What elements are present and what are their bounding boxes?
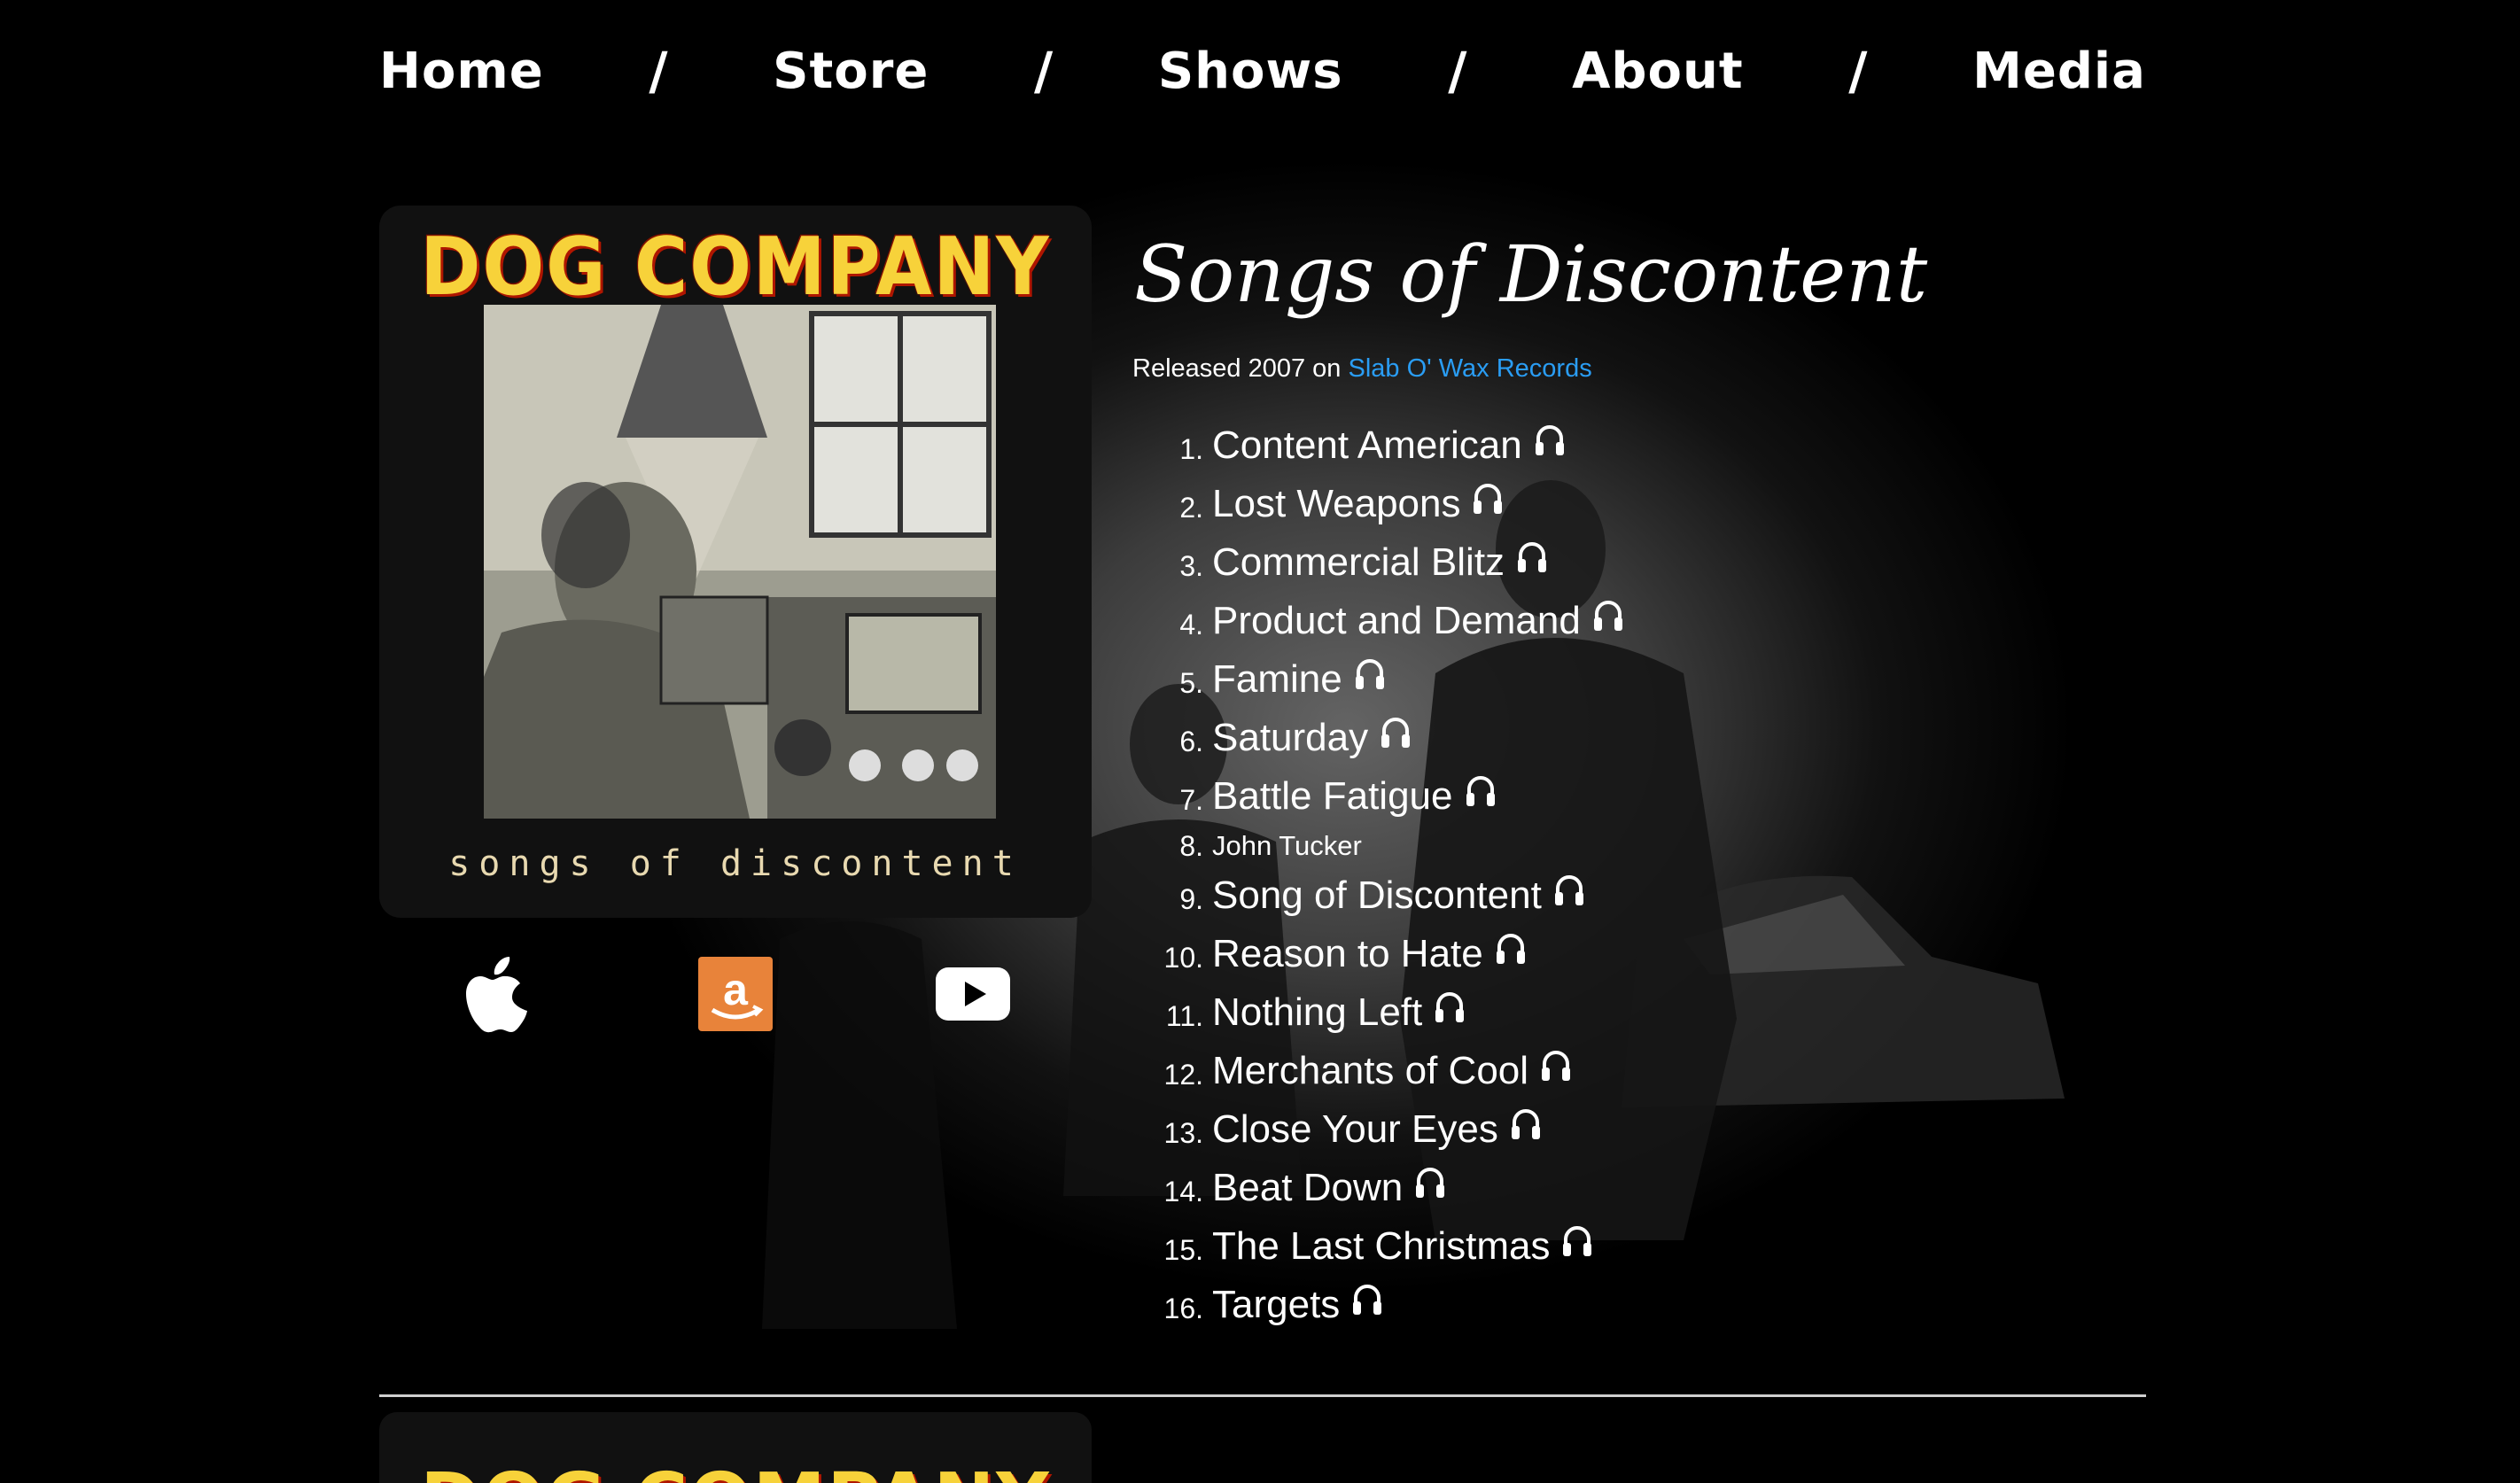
nav-separator: /	[1848, 41, 1868, 101]
track-number: 11.	[1165, 999, 1203, 1032]
headphones-icon[interactable]	[1466, 775, 1496, 807]
track-number: 14.	[1163, 1175, 1203, 1207]
svg-text:a: a	[723, 965, 749, 1014]
track-number: 6.	[1179, 725, 1203, 757]
track-row: 12. Merchants of Cool	[1134, 1042, 2197, 1100]
album-cover: DOG COMPANY songs of discontent	[379, 206, 1092, 918]
nav-media[interactable]: Media	[1972, 43, 2146, 100]
nav-shows[interactable]: Shows	[1158, 43, 1343, 100]
track-number: 5.	[1179, 666, 1203, 699]
track-row: 11. Nothing Left	[1134, 983, 2197, 1042]
track-number: 15.	[1163, 1233, 1203, 1266]
track-row: 3. Commercial Blitz	[1134, 533, 2197, 592]
cover-band-name: DOG COMPANY	[420, 221, 1051, 314]
track-row: 8. John Tucker	[1134, 826, 2197, 866]
track-number: 9.	[1179, 882, 1203, 915]
track-title: Lost Weapons	[1212, 482, 1461, 525]
nav-separator: /	[1448, 41, 1467, 101]
nav-about[interactable]: About	[1572, 43, 1744, 100]
headphones-icon[interactable]	[1517, 541, 1547, 573]
track-number: 8.	[1179, 829, 1203, 862]
cover-subtitle: songs of discontent	[448, 843, 1023, 884]
track-number: 10.	[1163, 941, 1203, 974]
track-title: Targets	[1212, 1283, 1341, 1326]
headphones-icon[interactable]	[1511, 1108, 1541, 1140]
track-title: Beat Down	[1212, 1166, 1404, 1209]
track-title: Saturday	[1212, 716, 1369, 759]
section-divider	[379, 1394, 2146, 1397]
track-title: Merchants of Cool	[1212, 1049, 1529, 1092]
headphones-icon[interactable]	[1381, 717, 1411, 749]
apple-icon[interactable]	[461, 957, 535, 1033]
nav-separator: /	[649, 41, 668, 101]
cover-illustration	[484, 305, 996, 819]
album-title: Songs of Discontent	[1134, 229, 1928, 320]
track-title: Product and Demand	[1212, 599, 1581, 642]
track-number: 12.	[1163, 1058, 1203, 1091]
track-title: John Tucker	[1212, 830, 1362, 861]
record-label-link[interactable]: Slab O' Wax Records	[1348, 354, 1591, 383]
tracklist: 1. Content American 2. Lost Weapons 3. Commer…	[1134, 416, 2197, 1334]
headphones-icon[interactable]	[1562, 1225, 1592, 1257]
track-number: 2.	[1179, 491, 1203, 524]
track-row: 13. Close Your Eyes	[1134, 1100, 2197, 1159]
track-row: 1. Content American	[1134, 416, 2197, 475]
headphones-icon[interactable]	[1352, 1284, 1382, 1316]
track-row: 9. Song of Discontent	[1134, 866, 2197, 925]
track-title: Famine	[1212, 657, 1342, 701]
track-title: Close Your Eyes	[1212, 1107, 1498, 1151]
track-number: 7.	[1179, 783, 1203, 816]
track-row: 6. Saturday	[1134, 709, 2197, 767]
track-row: 5. Famine	[1134, 650, 2197, 709]
track-number: 4.	[1179, 608, 1203, 641]
track-row: 4. Product and Demand	[1134, 592, 2197, 650]
track-title: Commercial Blitz	[1212, 540, 1505, 584]
track-title: Content American	[1212, 423, 1522, 467]
next-album-cover: DOG COMPANY	[379, 1412, 1092, 1483]
headphones-icon[interactable]	[1355, 658, 1385, 690]
track-title: Nothing Left	[1212, 990, 1423, 1034]
headphones-icon[interactable]	[1435, 991, 1465, 1023]
track-title: Battle Fatigue	[1212, 774, 1453, 818]
track-title: Reason to Hate	[1212, 932, 1483, 975]
nav-home[interactable]: Home	[379, 43, 544, 100]
track-number: 13.	[1163, 1116, 1203, 1149]
track-number: 3.	[1179, 549, 1203, 582]
track-row: 10. Reason to Hate	[1134, 925, 2197, 983]
track-row: 14. Beat Down	[1134, 1159, 2197, 1217]
nav-store[interactable]: Store	[773, 43, 929, 100]
headphones-icon[interactable]	[1496, 933, 1526, 965]
headphones-icon[interactable]	[1593, 600, 1623, 632]
track-row: 7. Battle Fatigue	[1134, 767, 2197, 826]
headphones-icon[interactable]	[1535, 424, 1565, 456]
nav-separator: /	[1034, 41, 1054, 101]
track-number: 1.	[1179, 432, 1203, 465]
youtube-icon[interactable]	[936, 967, 1010, 1021]
next-cover-band-name: DOG COMPANY	[379, 1458, 1092, 1483]
headphones-icon[interactable]	[1473, 483, 1503, 515]
amazon-icon[interactable]: a	[698, 957, 773, 1031]
track-title: The Last Christmas	[1212, 1224, 1551, 1268]
track-row: 16. Targets	[1134, 1276, 2197, 1334]
headphones-icon[interactable]	[1541, 1050, 1571, 1082]
track-number: 16.	[1163, 1292, 1203, 1324]
main-nav: Home / Store / Shows / About / Media	[379, 18, 2146, 124]
track-row: 2. Lost Weapons	[1134, 475, 2197, 533]
headphones-icon[interactable]	[1415, 1167, 1445, 1199]
track-row: 15. The Last Christmas	[1134, 1217, 2197, 1276]
release-text: Released 2007 on	[1132, 354, 1342, 383]
track-title: Song of Discontent	[1212, 873, 1542, 917]
release-info: Released 2007 on Slab O' Wax Records	[1132, 354, 1592, 384]
headphones-icon[interactable]	[1554, 874, 1584, 906]
